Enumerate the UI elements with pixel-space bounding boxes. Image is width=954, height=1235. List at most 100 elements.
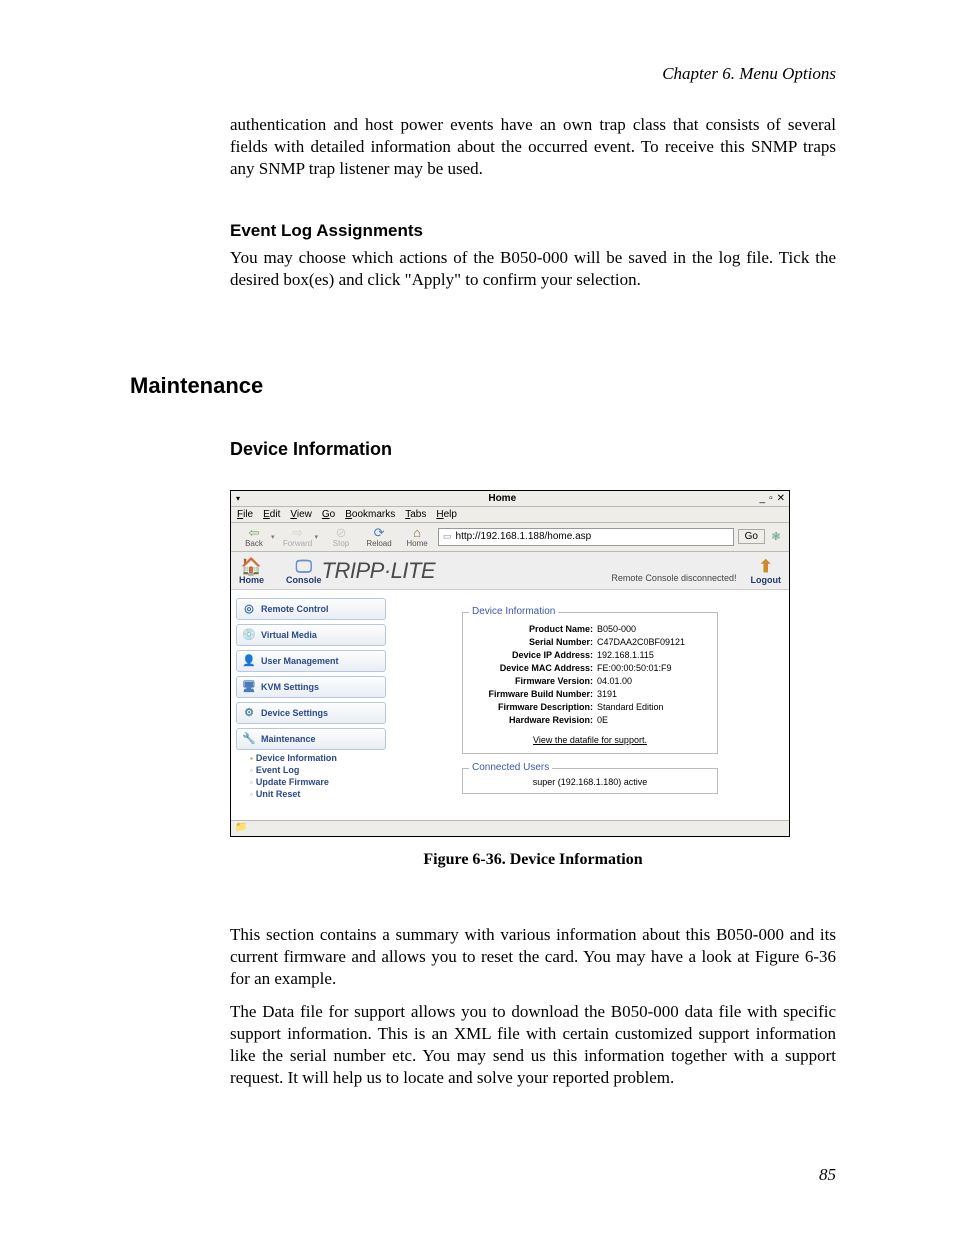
reload-icon: ⟳ [374,526,385,539]
go-button[interactable]: Go [738,529,765,544]
lbl-ip-address: Device IP Address: [475,649,597,662]
sidebar-item-remote-control[interactable]: ◎ Remote Control [236,598,386,620]
sidebar-nav: ◎ Remote Control 💿 Virtual Media 👤 User … [231,590,391,820]
header-logout-link[interactable]: ⬆ Logout [751,558,782,585]
val-product-name: B050-000 [597,623,705,636]
menu-bookmarks[interactable]: Bookmarks [345,509,395,520]
reload-label: Reload [366,539,391,548]
sidebar-item-device-settings[interactable]: ⚙ Device Settings [236,702,386,724]
sidebar-item-maintenance[interactable]: 🔧 Maintenance [236,728,386,750]
header-console-link[interactable]: 🖵 Console [286,558,322,585]
forward-button[interactable]: ⇨ Forward [281,526,315,548]
menu-view[interactable]: View [290,509,312,520]
throbber-icon: ❃ [769,530,783,543]
menu-file[interactable]: File [237,509,253,520]
statusbar-folder-icon: 📁 [235,822,247,833]
window-menu-icon[interactable]: ▾ [231,494,245,503]
connected-user-row: super (192.168.1.180) active [475,777,705,787]
maximize-icon[interactable]: ▫ [769,493,774,504]
maintenance-icon: 🔧 [242,732,256,746]
intro-paragraph: authentication and host power events hav… [230,114,836,179]
submenu-device-information[interactable]: Device Information [250,752,386,764]
info-row-build-number: Firmware Build Number: 3191 [475,688,705,701]
header-logout-icon: ⬆ [759,558,773,575]
sidebar-label-remote-control: Remote Control [261,604,329,614]
menu-tabs[interactable]: Tabs [405,509,426,520]
header-console-icon: 🖵 [296,558,312,575]
sidebar-item-user-management[interactable]: 👤 User Management [236,650,386,672]
header-home-label: Home [239,575,264,585]
forward-icon: ⇨ [292,526,303,539]
submenu-update-firmware[interactable]: Update Firmware [250,776,386,788]
figure-container: ▾ Home _ ▫ ✕ File Edit View Go Bookmarks… [230,490,836,837]
sidebar-item-virtual-media[interactable]: 💿 Virtual Media [236,624,386,646]
device-information-legend: Device Information [469,606,558,617]
info-row-serial-number: Serial Number: C47DAA2C0BF09121 [475,636,705,649]
remote-console-status: Remote Console disconnected! [435,559,750,583]
stop-label: Stop [333,539,349,548]
header-console-label: Console [286,575,322,585]
stop-icon: ⊘ [336,526,347,539]
menu-go[interactable]: Go [322,509,335,520]
close-icon[interactable]: ✕ [777,493,786,504]
sidebar-label-user-management: User Management [261,656,339,666]
lbl-firmware-description: Firmware Description: [475,701,597,714]
lbl-hardware-revision: Hardware Revision: [475,714,597,727]
reload-button[interactable]: ⟳ Reload [362,526,396,548]
support-datafile-link[interactable]: View the datafile for support. [475,735,705,745]
figure-caption: Figure 6-36. Device Information [230,851,836,869]
browser-menubar: File Edit View Go Bookmarks Tabs Help [231,507,789,523]
brand-logo: TRIPP·LITE [322,558,436,584]
menu-help[interactable]: Help [436,509,457,520]
menu-edit[interactable]: Edit [263,509,280,520]
lbl-firmware-version: Firmware Version: [475,675,597,688]
info-row-firmware-version: Firmware Version: 04.01.00 [475,675,705,688]
summary-paragraph-2: The Data file for support allows you to … [230,1001,836,1088]
lbl-build-number: Firmware Build Number: [475,688,597,701]
browser-statusbar: 📁 [231,820,789,836]
stop-button[interactable]: ⊘ Stop [324,526,358,548]
submenu-unit-reset[interactable]: Unit Reset [250,788,386,800]
maintenance-submenu: Device Information Event Log Update Firm… [236,752,386,800]
val-serial-number: C47DAA2C0BF09121 [597,636,705,649]
home-label: Home [406,539,427,548]
page-icon: ▭ [443,531,452,542]
back-button[interactable]: ⇦ Back [237,526,271,548]
info-row-product-name: Product Name: B050-000 [475,623,705,636]
back-dropdown-icon[interactable]: ▾ [271,533,275,541]
connected-users-legend: Connected Users [469,762,552,773]
sidebar-item-kvm-settings[interactable]: 🖥 KVM Settings [236,676,386,698]
info-row-hardware-revision: Hardware Revision: 0E [475,714,705,727]
val-firmware-description: Standard Edition [597,701,705,714]
event-log-paragraph: You may choose which actions of the B050… [230,247,836,291]
user-management-icon: 👤 [242,654,256,668]
browser-window: ▾ Home _ ▫ ✕ File Edit View Go Bookmarks… [230,490,790,837]
home-button[interactable]: ⌂ Home [400,526,434,548]
minimize-icon[interactable]: _ [760,493,767,504]
address-bar[interactable]: ▭ http://192.168.1.188/home.asp [438,528,734,546]
submenu-event-log[interactable]: Event Log [250,764,386,776]
info-row-mac-address: Device MAC Address: FE:00:00:50:01:F9 [475,662,705,675]
val-ip-address: 192.168.1.115 [597,649,705,662]
val-firmware-version: 04.01.00 [597,675,705,688]
sidebar-label-virtual-media: Virtual Media [261,630,317,640]
lbl-serial-number: Serial Number: [475,636,597,649]
page-number: 85 [819,1165,836,1185]
lbl-product-name: Product Name: [475,623,597,636]
sidebar-label-device-settings: Device Settings [261,708,328,718]
virtual-media-icon: 💿 [242,628,256,642]
window-title: Home [245,493,760,504]
sidebar-label-maintenance: Maintenance [261,734,316,744]
window-titlebar: ▾ Home _ ▫ ✕ [231,491,789,507]
main-panel: Device Information Product Name: B050-00… [391,590,789,820]
header-home-link[interactable]: 🏠 Home [239,558,264,585]
forward-label: Forward [283,539,312,548]
remote-control-icon: ◎ [242,602,256,616]
url-text: http://192.168.1.188/home.asp [456,531,592,542]
lbl-mac-address: Device MAC Address: [475,662,597,675]
browser-toolbar: ⇦ Back ▾ ⇨ Forward ▾ ⊘ Stop ⟳ Reload [231,523,789,552]
forward-dropdown-icon[interactable]: ▾ [315,533,319,541]
event-log-heading: Event Log Assignments [230,221,836,241]
connected-users-box: Connected Users super (192.168.1.180) ac… [462,768,718,794]
app-header: 🏠 Home 🖵 Console TRIPP·LITE Remote Conso… [231,552,789,590]
